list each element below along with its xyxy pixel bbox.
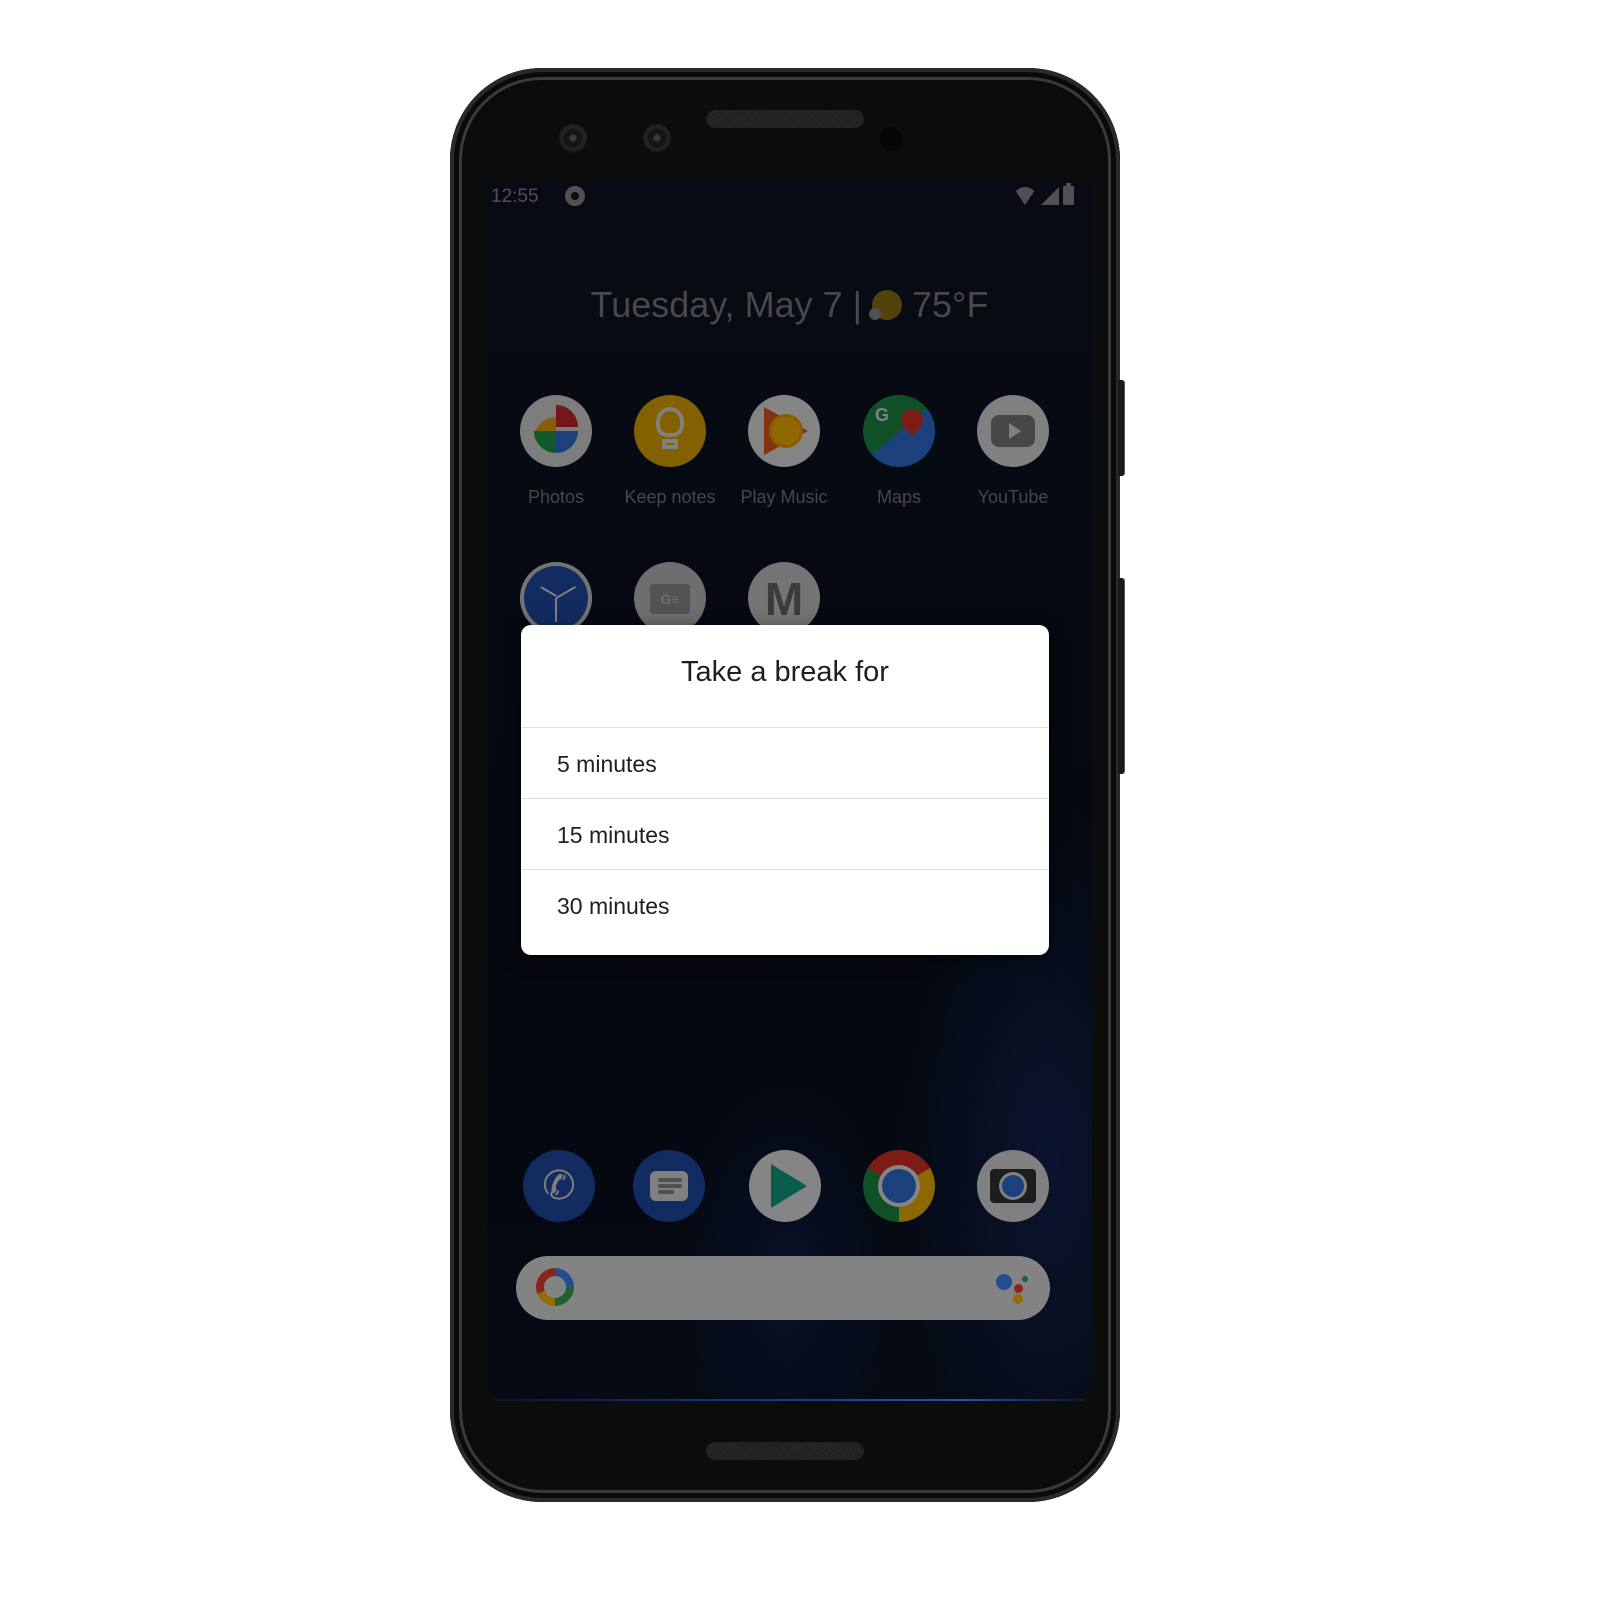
messages-icon [633,1150,705,1222]
photos-icon [520,395,592,467]
option-30-minutes[interactable]: 30 minutes [521,870,1049,940]
gmail-icon: M [748,562,820,634]
app-photos[interactable]: Photos [501,395,611,508]
status-icons [1013,183,1074,205]
option-5-minutes[interactable]: 5 minutes [521,728,1049,799]
app-keep-notes[interactable]: Keep notes [615,395,725,508]
dialog-title: Take a break for [521,625,1049,728]
app-google-news[interactable]: G≡ [615,562,725,634]
take-a-break-dialog: Take a break for 5 minutes 15 minutes 30… [521,625,1049,955]
app-label: Keep notes [624,487,716,507]
do-not-disturb-icon [565,186,585,206]
app-label: Photos [527,487,585,507]
wifi-icon [1013,187,1037,205]
play-store-icon [749,1150,821,1222]
at-a-glance-widget[interactable]: Tuesday, May 7 | 75°F [487,284,1092,326]
bottom-speaker [707,1443,863,1459]
dock-play-store[interactable] [730,1150,840,1222]
volume-rocker [1118,578,1125,774]
keep-notes-icon [634,395,706,467]
chrome-icon [863,1150,935,1222]
glance-separator: | [852,284,863,325]
app-clock[interactable] [501,562,611,634]
dock-chrome[interactable] [844,1150,954,1222]
dock-phone[interactable]: ✆ [504,1150,614,1222]
clock-icon [520,562,592,634]
play-music-icon [748,395,820,467]
app-label: YouTube [977,487,1049,507]
front-camera-icon [558,123,588,153]
front-camera-wide-icon [642,123,672,153]
option-15-minutes[interactable]: 15 minutes [521,799,1049,870]
earpiece-speaker [707,111,863,127]
battery-icon [1063,183,1074,205]
google-search-bar[interactable] [516,1256,1050,1320]
app-youtube[interactable]: YouTube [958,395,1068,508]
google-news-icon: G≡ [634,562,706,634]
status-time: 12:55 [491,186,539,207]
google-assistant-icon[interactable] [996,1272,1030,1306]
power-button [1118,380,1125,476]
camera-icon [977,1150,1049,1222]
phone-icon: ✆ [523,1150,595,1222]
partly-sunny-icon [869,290,903,320]
app-maps[interactable]: G Maps [844,395,954,508]
glance-temperature[interactable]: 75°F [912,284,988,326]
app-gmail[interactable]: M [729,562,839,634]
app-label: Maps [876,487,921,507]
dock-messages[interactable] [614,1150,724,1222]
app-label: Play Music [740,487,828,507]
google-g-icon [536,1268,574,1306]
signal-icon [1041,187,1059,205]
proximity-sensor [880,127,902,151]
dock-camera[interactable] [958,1150,1068,1222]
screen-edge-highlight [495,1399,1085,1401]
glance-date[interactable]: Tuesday, May 7 [591,284,843,326]
maps-icon: G [863,395,935,467]
app-play-music[interactable]: Play Music [729,395,839,508]
youtube-icon [977,395,1049,467]
